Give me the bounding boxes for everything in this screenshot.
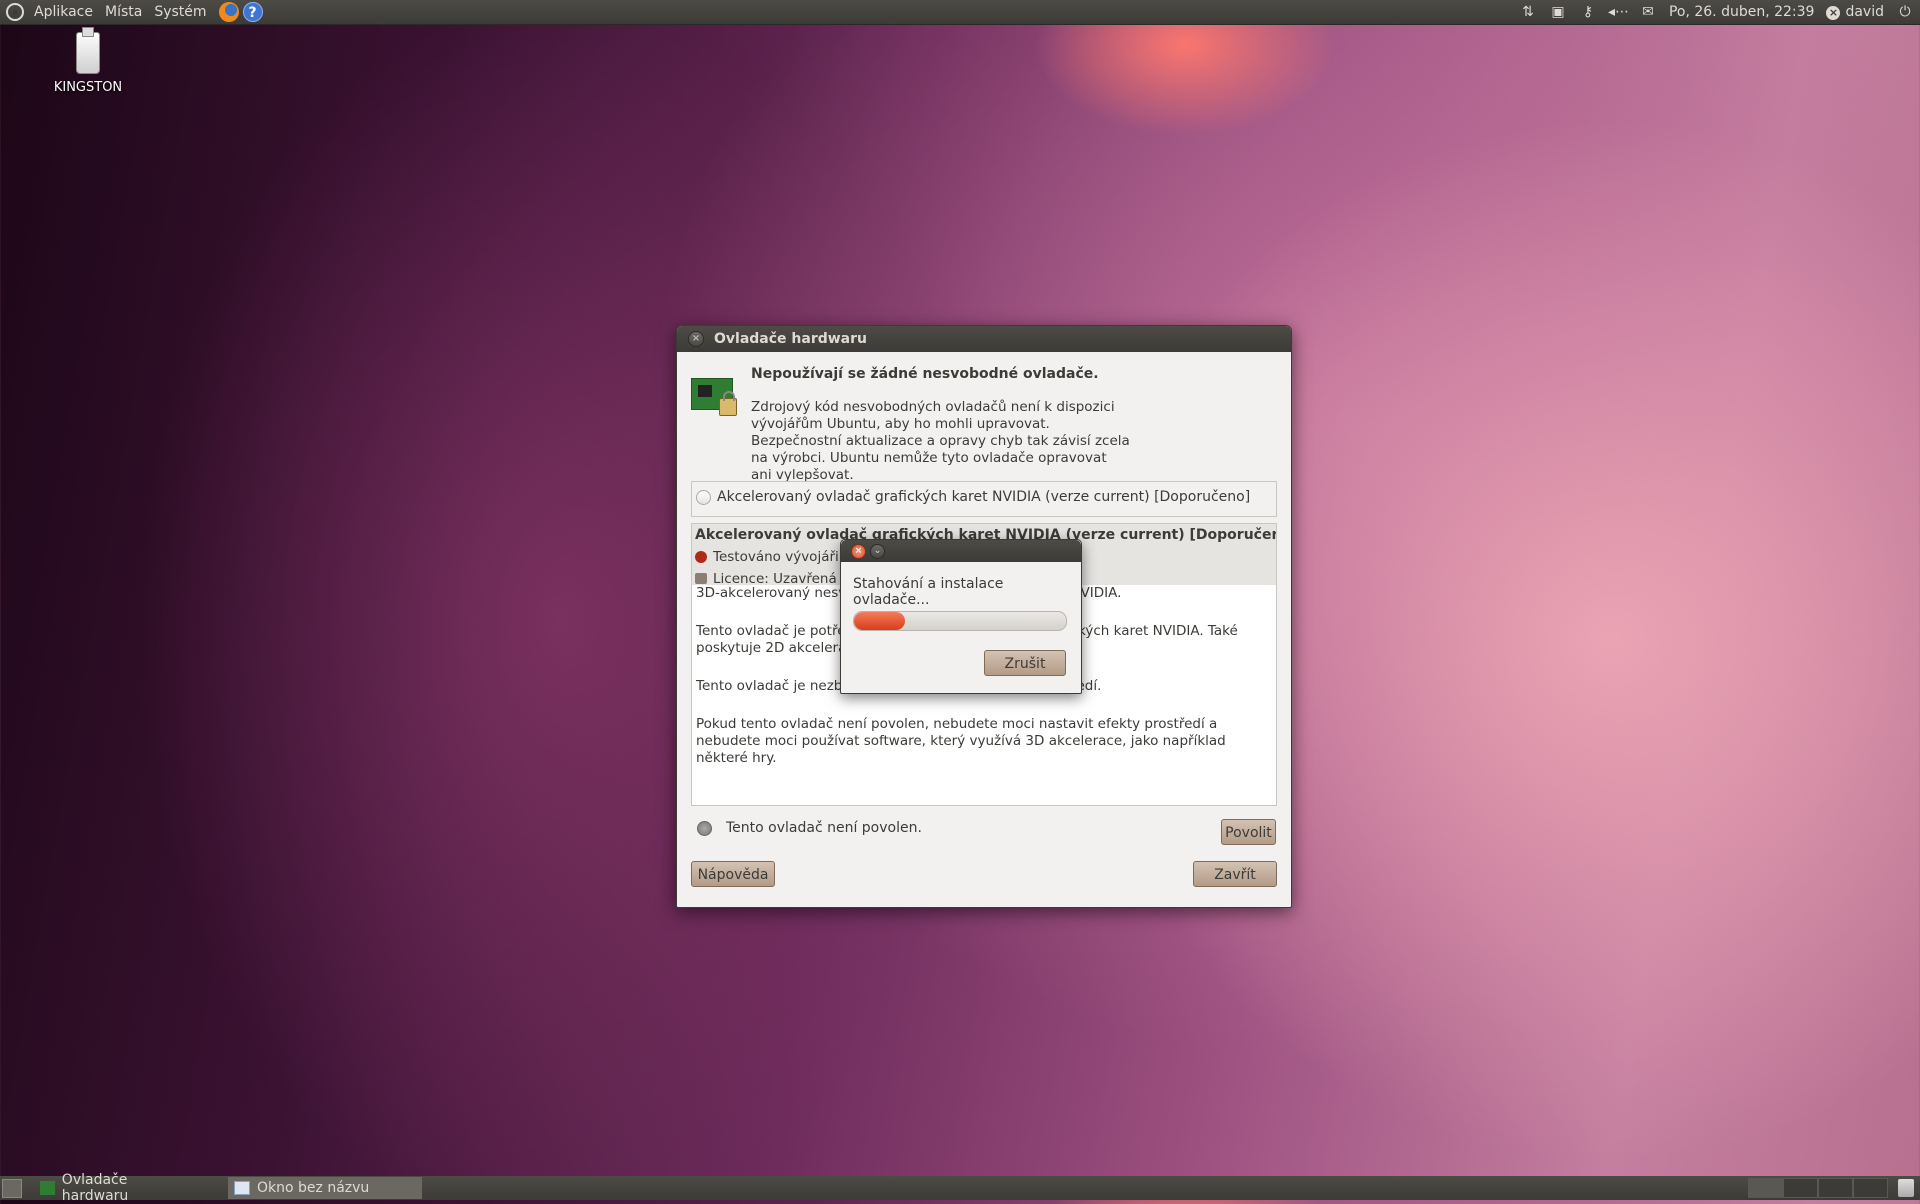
bottom-panel: Ovladače hardwaru Okno bez názvu [0, 1172, 1920, 1204]
workspace-switcher[interactable] [1748, 1178, 1888, 1198]
desktop-icon-label: KINGSTON [53, 80, 123, 95]
system-tray: ⇅ ▣ ⚷ ◂⋯ ✉ Po, 26. duben, 22:39 × david ⏻ [1513, 0, 1920, 24]
menu-system[interactable]: Systém [148, 0, 212, 24]
power-icon[interactable]: ⏻ [1895, 3, 1915, 21]
user-name: david [1845, 4, 1884, 20]
user-menu[interactable]: × david [1826, 4, 1884, 20]
status-text: Tento ovladač není povolen. [726, 820, 922, 836]
hardware-drivers-icon[interactable]: ▣ [1548, 3, 1568, 21]
usb-drive-icon [76, 27, 100, 74]
help-button[interactable]: Nápověda [691, 861, 775, 887]
enable-button[interactable]: Povolit [1221, 819, 1276, 845]
window-titlebar[interactable]: × Ovladače hardwaru [677, 326, 1291, 352]
menu-applications[interactable]: Aplikace [28, 0, 99, 24]
clock[interactable]: Po, 26. duben, 22:39 [1669, 4, 1815, 20]
detail-paragraph: Pokud tento ovladač není povolen, nebude… [696, 716, 1226, 766]
firefox-launcher-icon[interactable] [218, 2, 239, 22]
menu-places[interactable]: Místa [99, 0, 148, 24]
network-transfer-icon[interactable]: ⇅ [1518, 3, 1538, 21]
task-label: Ovladače hardwaru [61, 1172, 129, 1204]
taskbar-item-hardware-drivers[interactable]: Ovladače hardwaru [34, 1172, 188, 1204]
license-lock-icon [695, 573, 707, 584]
dialog-minimize-icon[interactable]: ⌄ [870, 543, 885, 559]
window-title: Ovladače hardwaru [714, 331, 868, 347]
workspace-2[interactable] [1783, 1178, 1818, 1198]
driver-list-item[interactable]: Akcelerovaný ovladač grafických karet NV… [692, 485, 1276, 509]
workspace-3[interactable] [1818, 1178, 1853, 1198]
window-task-icon [234, 1181, 250, 1195]
desktop-icon-kingston[interactable]: KINGSTON [48, 27, 128, 95]
driver-list: Akcelerovaný ovladač grafických karet NV… [691, 481, 1277, 517]
keyring-icon[interactable]: ⚷ [1578, 3, 1598, 21]
description: Zdrojový kód nesvobodných ovladačů není … [751, 399, 1130, 483]
user-status-icon: × [1826, 6, 1841, 20]
progress-bar-fill [854, 612, 905, 630]
top-panel: Aplikace Místa Systém ? ⇅ ▣ ⚷ ◂⋯ ✉ Po, 2… [0, 0, 1920, 24]
close-button[interactable]: Zavřít [1193, 861, 1277, 887]
driver-name: Akcelerovaný ovladač grafických karet NV… [717, 489, 1251, 505]
progress-message: Stahování a instalace ovladače... [853, 576, 1004, 608]
padlock-icon [719, 391, 737, 416]
certified-icon [695, 550, 707, 563]
trash-icon[interactable] [1898, 1179, 1914, 1197]
heading: Nepoužívají se žádné nesvobodné ovladače… [751, 366, 1099, 382]
hardware-drivers-task-icon [40, 1181, 55, 1195]
cancel-button[interactable]: Zrušit [984, 650, 1066, 676]
progress-dialog: × ⌄ Stahování a instalace ovladače... Zr… [840, 539, 1082, 694]
dialog-close-icon[interactable]: × [851, 543, 866, 559]
show-desktop-icon[interactable] [2, 1179, 22, 1198]
workspace-1[interactable] [1748, 1178, 1783, 1198]
ubuntu-logo-icon[interactable] [6, 3, 24, 21]
dialog-titlebar[interactable]: × ⌄ [841, 540, 1081, 562]
status-indicator-icon [697, 820, 712, 836]
driver-toggle-radio[interactable] [696, 489, 711, 505]
taskbar-item-untitled-window[interactable]: Okno bez názvu [228, 1177, 422, 1199]
workspace-4[interactable] [1853, 1178, 1888, 1198]
task-label: Okno bez názvu [257, 1180, 370, 1196]
driver-status: Tento ovladač není povolen. [697, 820, 922, 836]
mail-icon[interactable]: ✉ [1638, 3, 1658, 21]
progress-bar [853, 611, 1067, 631]
window-close-icon[interactable]: × [688, 331, 704, 347]
help-launcher-icon[interactable]: ? [242, 2, 263, 22]
volume-icon[interactable]: ◂⋯ [1608, 3, 1629, 21]
driver-card-icon [691, 372, 737, 418]
tested-label: Testováno vývojáři [713, 548, 839, 565]
